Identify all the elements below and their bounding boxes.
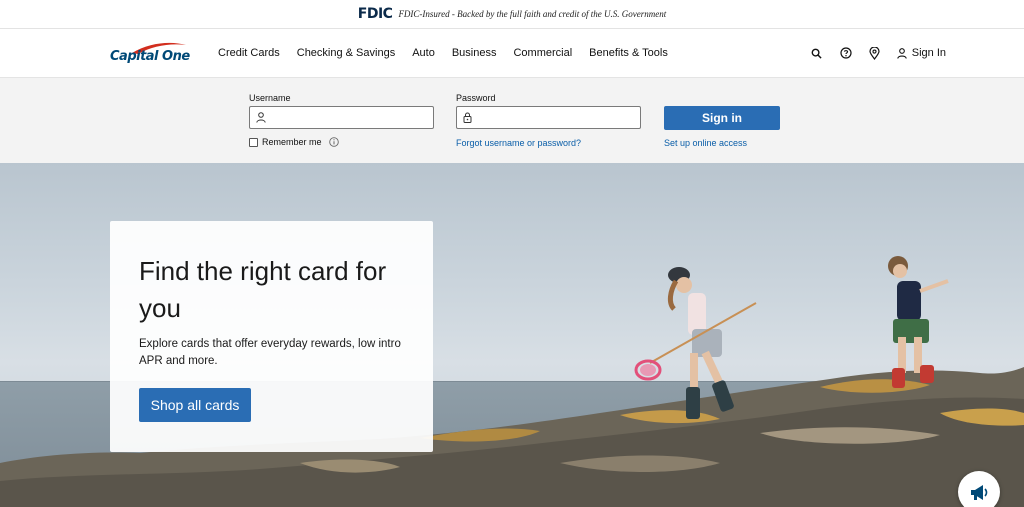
header-sign-in-link[interactable]: Sign In <box>897 47 946 59</box>
site-header: Capital One Credit Cards Checking & Savi… <box>0 29 1024 77</box>
info-icon[interactable] <box>328 137 339 147</box>
logo-text: Capital One <box>110 49 190 64</box>
user-icon <box>256 112 266 123</box>
username-field[interactable] <box>249 106 434 129</box>
feedback-button[interactable] <box>958 471 1000 507</box>
username-input[interactable] <box>270 107 433 128</box>
hero-banner: Find the right card for you Explore card… <box>0 163 1024 507</box>
nav-credit-cards[interactable]: Credit Cards <box>218 47 280 59</box>
capital-one-logo[interactable]: Capital One <box>110 40 190 68</box>
password-input[interactable] <box>476 107 640 128</box>
hero-title: Find the right card for you <box>139 256 387 323</box>
nav-checking-savings[interactable]: Checking & Savings <box>297 47 395 59</box>
forgot-credentials-link[interactable]: Forgot username or password? <box>456 138 581 148</box>
user-icon <box>897 47 907 59</box>
help-icon[interactable] <box>838 45 854 61</box>
fdic-logo: FDIC <box>357 6 393 22</box>
login-panel: Username Password Remember me Forgot use… <box>0 77 1024 163</box>
username-label: Username <box>249 93 291 103</box>
password-field[interactable] <box>456 106 641 129</box>
remember-checkbox[interactable] <box>249 137 258 147</box>
fdic-text: FDIC-Insured - Backed by the full faith … <box>398 9 667 19</box>
hero-subtitle: Explore cards that offer everyday reward… <box>139 338 401 367</box>
search-icon[interactable] <box>809 45 825 61</box>
nav-business[interactable]: Business <box>452 47 497 59</box>
sign-in-label: Sign In <box>911 47 946 59</box>
location-icon[interactable] <box>867 45 883 61</box>
remember-me[interactable]: Remember me <box>249 137 339 147</box>
header-actions: Sign In <box>796 29 946 77</box>
remember-label: Remember me <box>262 137 322 147</box>
nav-auto[interactable]: Auto <box>412 47 435 59</box>
setup-online-access-link[interactable]: Set up online access <box>664 138 747 148</box>
lock-icon <box>463 112 472 123</box>
nav-commercial[interactable]: Commercial <box>513 47 572 59</box>
main-nav: Credit Cards Checking & Savings Auto Bus… <box>218 29 685 77</box>
hero-card: Find the right card for you Explore card… <box>110 221 433 452</box>
nav-benefits-tools[interactable]: Benefits & Tools <box>589 47 668 59</box>
shop-all-cards-button[interactable]: Shop all cards <box>139 388 251 422</box>
fdic-banner: FDIC FDIC-Insured - Backed by the full f… <box>0 0 1024 29</box>
password-label: Password <box>456 93 496 103</box>
sign-in-button[interactable]: Sign in <box>664 106 780 130</box>
megaphone-icon <box>971 485 988 500</box>
password-field-group: Password <box>456 93 641 129</box>
username-field-group: Username <box>249 93 434 129</box>
